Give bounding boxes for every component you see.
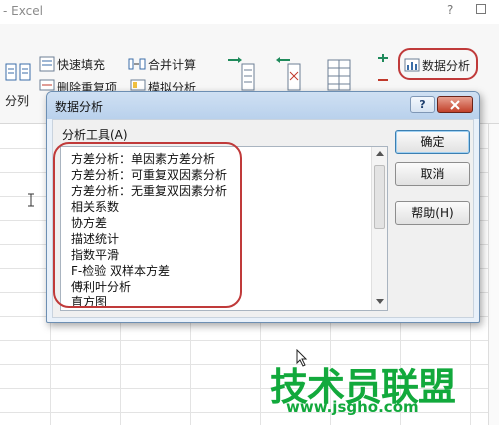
text-to-columns-icon bbox=[5, 63, 31, 81]
tools-list-annotation-ring bbox=[53, 142, 242, 308]
flash-fill-button[interactable]: 快速填充 bbox=[57, 56, 105, 73]
flash-fill-icon bbox=[39, 56, 55, 72]
group-icon bbox=[228, 57, 255, 91]
dialog-close-button[interactable] bbox=[437, 96, 473, 113]
scroll-down-arrow-icon[interactable] bbox=[376, 299, 384, 304]
gridline bbox=[0, 340, 499, 341]
list-scrollbar[interactable] bbox=[371, 147, 387, 310]
dialog-title-bar[interactable]: 数据分析 ? bbox=[47, 92, 479, 119]
text-to-columns-button[interactable]: 分列 bbox=[5, 92, 29, 109]
subtotal-icon bbox=[327, 59, 351, 91]
scroll-up-arrow-icon[interactable] bbox=[376, 151, 384, 156]
window-title: - Excel bbox=[3, 4, 43, 18]
window-help-button[interactable]: ? bbox=[447, 3, 453, 17]
consolidate-icon bbox=[128, 58, 146, 70]
consolidate-button[interactable]: 合并计算 bbox=[148, 56, 196, 73]
sheet-vertical-scrollbar[interactable] bbox=[488, 124, 499, 425]
what-if-analysis-icon bbox=[130, 79, 146, 91]
ok-button[interactable]: 确定 bbox=[395, 130, 470, 154]
analysis-tools-label: 分析工具(A) bbox=[62, 128, 128, 142]
cancel-button[interactable]: 取消 bbox=[395, 162, 470, 186]
remove-duplicates-icon bbox=[39, 79, 55, 91]
excel-title-bar: - Excel ? bbox=[0, 0, 499, 24]
watermark-url: www.jsgho.com bbox=[286, 398, 419, 416]
scroll-thumb[interactable] bbox=[374, 165, 385, 229]
data-analysis-annotation-ring bbox=[398, 48, 478, 80]
dialog-title: 数据分析 bbox=[55, 100, 104, 114]
window-restore-button[interactable] bbox=[476, 4, 486, 14]
text-cursor-icon bbox=[28, 193, 34, 207]
dialog-help-button[interactable]: ? bbox=[410, 96, 435, 113]
gridline bbox=[0, 412, 499, 413]
close-icon bbox=[450, 100, 460, 110]
help-button[interactable]: 帮助(H) bbox=[395, 201, 470, 225]
ungroup-icon bbox=[276, 57, 301, 91]
